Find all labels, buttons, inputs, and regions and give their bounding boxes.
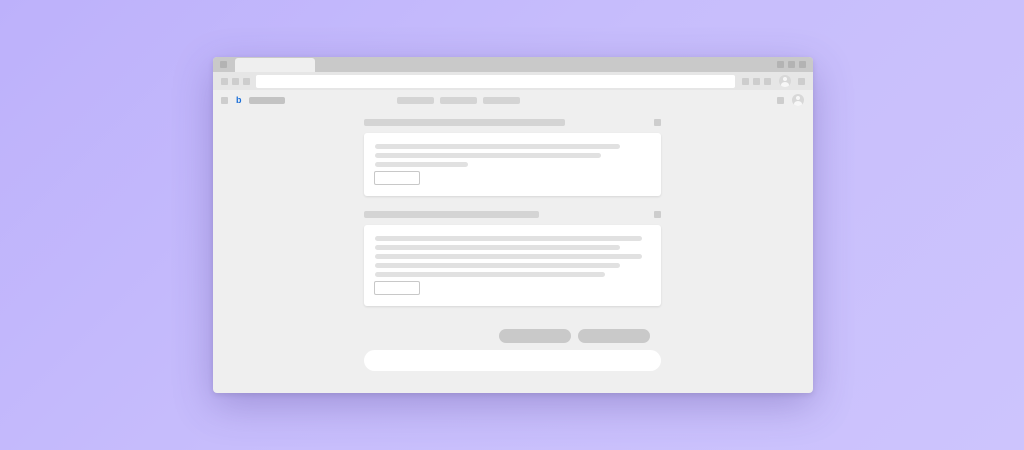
text-line [375,245,620,250]
nav-item[interactable] [440,97,477,104]
response-card [364,225,661,306]
text-line [375,263,620,268]
response-card [364,133,661,196]
text-line [375,236,642,241]
card-action-button[interactable] [374,171,420,185]
browser-toolbar [213,72,813,90]
browser-profile-icon[interactable] [779,75,791,87]
extensions-icon[interactable] [742,78,749,85]
nav-item[interactable] [483,97,520,104]
section-options-icon[interactable] [654,119,661,126]
text-line [375,162,468,167]
address-bar[interactable] [256,75,735,88]
chat-input[interactable] [364,350,661,371]
nav-item[interactable] [397,97,434,104]
site-name[interactable] [249,97,285,104]
suggestion-chip[interactable] [499,329,571,343]
suggestion-chip[interactable] [578,329,650,343]
text-line [375,272,605,277]
section-heading [364,211,539,218]
text-line [375,153,601,158]
browser-tab[interactable] [235,58,315,72]
hamburger-menu-icon[interactable] [221,97,228,104]
site-profile-icon[interactable] [792,94,804,106]
card-action-button[interactable] [374,281,420,295]
bing-logo-icon[interactable]: b [236,96,242,105]
maximize-icon[interactable] [788,61,795,68]
section-options-icon[interactable] [654,211,661,218]
refresh-icon[interactable] [243,78,250,85]
forward-icon[interactable] [232,78,239,85]
back-icon[interactable] [221,78,228,85]
browser-menu-icon[interactable] [798,78,805,85]
close-icon[interactable] [799,61,806,68]
rewards-icon[interactable] [777,97,784,104]
favorites-icon[interactable] [753,78,760,85]
tab-strip [213,57,813,72]
collections-icon[interactable] [764,78,771,85]
text-line [375,144,620,149]
minimize-icon[interactable] [777,61,784,68]
browser-window: b [213,57,813,393]
text-line [375,254,642,259]
tab-actions-icon[interactable] [220,61,227,68]
section-heading [364,119,565,126]
